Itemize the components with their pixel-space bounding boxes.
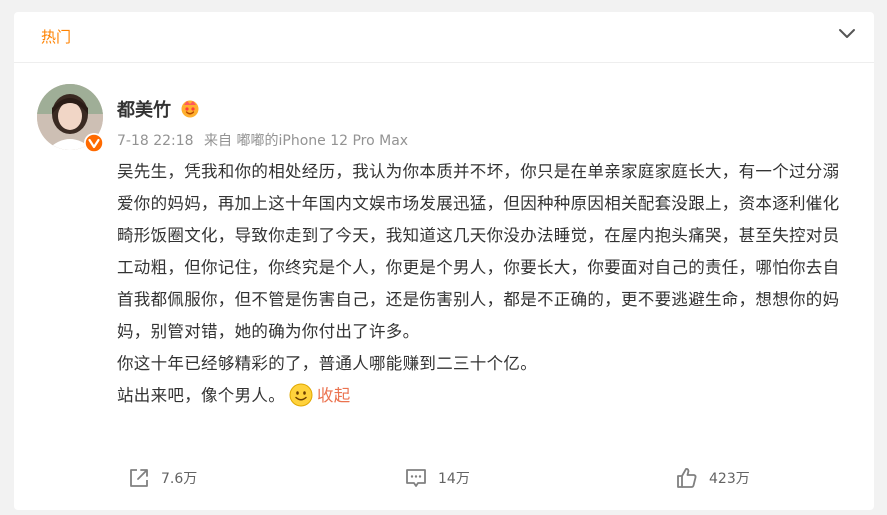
smile-emoji-icon bbox=[289, 383, 313, 407]
post-card: 热门 都美竹 7-18 22:18 来自 嘟嘟的iPhone 12 Pro Ma… bbox=[14, 12, 874, 510]
verified-badge-icon bbox=[84, 133, 104, 153]
post-paragraph: 吴先生，凭我和你的相处经历，我认为你本质并不坏，你只是在单亲家庭家庭长大，有一个… bbox=[117, 162, 840, 341]
post-paragraph: 你这十年已经够精彩的了，普通人哪能赚到二三十个亿。 bbox=[117, 354, 537, 373]
username[interactable]: 都美竹 bbox=[117, 96, 171, 122]
post-actions: 7.6万 14万 423万 bbox=[14, 460, 874, 500]
thumbs-up-icon bbox=[677, 468, 697, 488]
like-button[interactable]: 423万 bbox=[675, 466, 750, 490]
post-content: 吴先生，凭我和你的相处经历，我认为你本质并不坏，你只是在单亲家庭家庭长大，有一个… bbox=[117, 156, 847, 412]
collapse-link[interactable]: 收起 bbox=[317, 386, 351, 405]
share-count: 7.6万 bbox=[161, 471, 198, 487]
post-paragraph-last: 站出来吧，像个男人。 收起 bbox=[117, 380, 847, 412]
card-header: 热门 bbox=[14, 12, 874, 63]
tab-hot[interactable]: 热门 bbox=[41, 26, 71, 47]
comment-icon bbox=[406, 469, 426, 487]
share-icon bbox=[130, 469, 148, 487]
post-time[interactable]: 7-18 22:18 bbox=[117, 133, 194, 149]
post-meta: 7-18 22:18 来自 嘟嘟的iPhone 12 Pro Max bbox=[117, 130, 408, 150]
comment-button[interactable]: 14万 bbox=[404, 466, 470, 490]
share-button[interactable]: 7.6万 bbox=[127, 466, 197, 490]
vip-badge-icon[interactable] bbox=[180, 98, 200, 118]
post-source: 嘟嘟的iPhone 12 Pro Max bbox=[236, 133, 409, 149]
chevron-down-icon[interactable] bbox=[838, 28, 856, 40]
post-paragraph-text: 站出来吧，像个男人。 bbox=[117, 386, 285, 405]
source-prefix: 来自 bbox=[204, 133, 233, 149]
like-count: 423万 bbox=[709, 471, 750, 487]
comment-count: 14万 bbox=[438, 471, 470, 487]
